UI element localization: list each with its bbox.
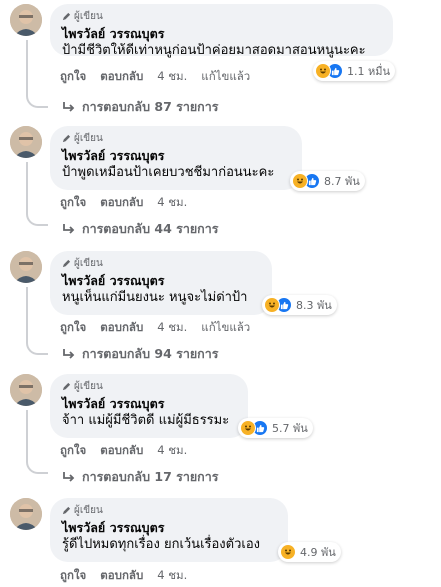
- comment-bubble: ผู้เขียน ไพรวัลย์ วรรณบุตร รู้ดีไปหมดทุก…: [50, 498, 288, 562]
- replies-count-label: การตอบกลับ 44 รายการ: [82, 221, 219, 236]
- author-name[interactable]: ไพรวัลย์ วรรณบุตร: [62, 148, 290, 164]
- timestamp[interactable]: 4 ชม.: [157, 194, 187, 212]
- author-badge: ผู้เขียน: [62, 380, 236, 393]
- reaction-summary[interactable]: 8.3 พัน: [262, 295, 337, 315]
- reply-arrow-icon: [63, 224, 75, 234]
- avatar[interactable]: [10, 126, 42, 158]
- comment-actions: ถูกใจ ตอบกลับ 4 ชม.: [60, 443, 201, 459]
- view-replies-button[interactable]: การตอบกลับ 94 รายการ: [62, 345, 218, 363]
- comment-text: หนูเห็นแก่มีนยงนะ หนูจะไม่ด่าป้า: [62, 290, 248, 305]
- haha-reaction-icon: [280, 544, 296, 560]
- pencil-icon: [62, 134, 71, 143]
- reaction-count: 8.7 พัน: [324, 175, 360, 188]
- replies-count-label: การตอบกลับ 17 รายการ: [82, 469, 219, 484]
- like-button[interactable]: ถูกใจ: [60, 194, 86, 212]
- comment-item: ผู้เขียน ไพรวัลย์ วรรณบุตร ป้ามีชีวิตให้…: [0, 4, 441, 122]
- avatar[interactable]: [10, 498, 42, 530]
- haha-reaction-icon: [264, 297, 280, 313]
- reaction-count: 8.3 พัน: [296, 299, 332, 312]
- reply-button[interactable]: ตอบกลับ: [100, 194, 143, 212]
- edited-label[interactable]: แก้ไขแล้ว: [201, 319, 250, 337]
- like-button[interactable]: ถูกใจ: [60, 68, 86, 86]
- pencil-icon: [62, 259, 71, 268]
- author-badge: ผู้เขียน: [62, 10, 381, 23]
- reaction-count: 1.1 หมื่น: [347, 65, 391, 78]
- badge-label: ผู้เขียน: [74, 381, 103, 392]
- comment-text: จ้าา แม่ผู้มีชีวิตดี แม่ผู้มีธรรมะ: [62, 413, 230, 428]
- comment-text: รู้ดีไปหมดทุกเรื่อง ยกเว้นเรื่องตัวเอง: [62, 537, 260, 552]
- pencil-icon: [62, 382, 71, 391]
- comment-item: ผู้เขียน ไพรวัลย์ วรรณบุตร จ้าา แม่ผู้มี…: [0, 374, 441, 490]
- comment-feed: ผู้เขียน ไพรวัลย์ วรรณบุตร ป้ามีชีวิตให้…: [0, 0, 441, 587]
- haha-reaction-icon: [292, 173, 308, 189]
- reaction-count: 5.7 พัน: [272, 422, 308, 435]
- reply-arrow-icon: [63, 102, 75, 112]
- comment-actions: ถูกใจ ตอบกลับ 4 ชม. แก้ไขแล้ว: [60, 320, 264, 336]
- reaction-summary[interactable]: 8.7 พัน: [290, 171, 365, 191]
- author-name[interactable]: ไพรวัลย์ วรรณบุตร: [62, 273, 260, 289]
- avatar[interactable]: [10, 4, 42, 36]
- author-name[interactable]: ไพรวัลย์ วรรณบุตร: [62, 520, 276, 536]
- thread-line: [26, 162, 28, 214]
- comment-item: ผู้เขียน ไพรวัลย์ วรรณบุตร หนูเห็นแก่มีน…: [0, 251, 441, 369]
- reply-button[interactable]: ตอบกลับ: [100, 319, 143, 337]
- thread-line: [26, 40, 28, 96]
- replies-count-label: การตอบกลับ 87 รายการ: [82, 99, 219, 114]
- edited-label[interactable]: แก้ไขแล้ว: [201, 68, 250, 86]
- view-replies-button[interactable]: การตอบกลับ 17 รายการ: [62, 468, 218, 486]
- comment-actions: ถูกใจ ตอบกลับ 4 ชม. แก้ไขแล้ว: [60, 69, 264, 85]
- reaction-summary[interactable]: 1.1 หมื่น: [313, 61, 396, 81]
- haha-reaction-icon: [240, 420, 256, 436]
- like-button[interactable]: ถูกใจ: [60, 567, 86, 585]
- like-button[interactable]: ถูกใจ: [60, 442, 86, 460]
- badge-label: ผู้เขียน: [74, 258, 103, 269]
- thread-connector: [26, 214, 48, 226]
- comment-item: ผู้เขียน ไพรวัลย์ วรรณบุตร รู้ดีไปหมดทุก…: [0, 498, 441, 587]
- comment-text: ป้ามีชีวิตให้ดีเท่าหนูก่อนป้าค่อยมาสอดมา…: [62, 43, 366, 58]
- comment-bubble: ผู้เขียน ไพรวัลย์ วรรณบุตร ป้าพูดเหมือนป…: [50, 126, 302, 190]
- comment-bubble: ผู้เขียน ไพรวัลย์ วรรณบุตร ป้ามีชีวิตให้…: [50, 4, 393, 58]
- thread-connector: [26, 343, 48, 355]
- comment-actions: ถูกใจ ตอบกลับ 4 ชม.: [60, 568, 201, 584]
- timestamp[interactable]: 4 ชม.: [157, 567, 187, 585]
- comment-bubble: ผู้เขียน ไพรวัลย์ วรรณบุตร หนูเห็นแก่มีน…: [50, 251, 272, 315]
- comment-actions: ถูกใจ ตอบกลับ 4 ชม.: [60, 195, 201, 211]
- thread-line: [26, 410, 28, 462]
- pencil-icon: [62, 506, 71, 515]
- replies-count-label: การตอบกลับ 94 รายการ: [82, 346, 219, 361]
- thread-connector: [26, 96, 48, 108]
- author-badge: ผู้เขียน: [62, 504, 276, 517]
- reaction-summary[interactable]: 4.9 พัน: [278, 542, 341, 562]
- badge-label: ผู้เขียน: [74, 505, 103, 516]
- view-replies-button[interactable]: การตอบกลับ 44 รายการ: [62, 220, 218, 238]
- avatar[interactable]: [10, 374, 42, 406]
- thread-connector: [26, 462, 48, 474]
- pencil-icon: [62, 12, 71, 21]
- like-button[interactable]: ถูกใจ: [60, 319, 86, 337]
- reaction-count: 4.9 พัน: [300, 546, 336, 559]
- author-name[interactable]: ไพรวัลย์ วรรณบุตร: [62, 26, 381, 42]
- reply-arrow-icon: [63, 472, 75, 482]
- view-replies-button[interactable]: การตอบกลับ 87 รายการ: [62, 98, 218, 116]
- reply-button[interactable]: ตอบกลับ: [100, 442, 143, 460]
- thread-line: [26, 287, 28, 343]
- haha-reaction-icon: [315, 63, 331, 79]
- comment-text: ป้าพูดเหมือนป้าเคยบวชชีมาก่อนนะคะ: [62, 165, 275, 180]
- author-name[interactable]: ไพรวัลย์ วรรณบุตร: [62, 396, 236, 412]
- timestamp[interactable]: 4 ชม.: [157, 319, 187, 337]
- reply-button[interactable]: ตอบกลับ: [100, 68, 143, 86]
- timestamp[interactable]: 4 ชม.: [157, 442, 187, 460]
- comment-item: ผู้เขียน ไพรวัลย์ วรรณบุตร ป้าพูดเหมือนป…: [0, 126, 441, 242]
- badge-label: ผู้เขียน: [74, 133, 103, 144]
- badge-label: ผู้เขียน: [74, 11, 103, 22]
- comment-bubble: ผู้เขียน ไพรวัลย์ วรรณบุตร จ้าา แม่ผู้มี…: [50, 374, 248, 438]
- timestamp[interactable]: 4 ชม.: [157, 68, 187, 86]
- reaction-summary[interactable]: 5.7 พัน: [238, 418, 313, 438]
- author-badge: ผู้เขียน: [62, 132, 290, 145]
- reply-button[interactable]: ตอบกลับ: [100, 567, 143, 585]
- author-badge: ผู้เขียน: [62, 257, 260, 270]
- reply-arrow-icon: [63, 349, 75, 359]
- avatar[interactable]: [10, 251, 42, 283]
